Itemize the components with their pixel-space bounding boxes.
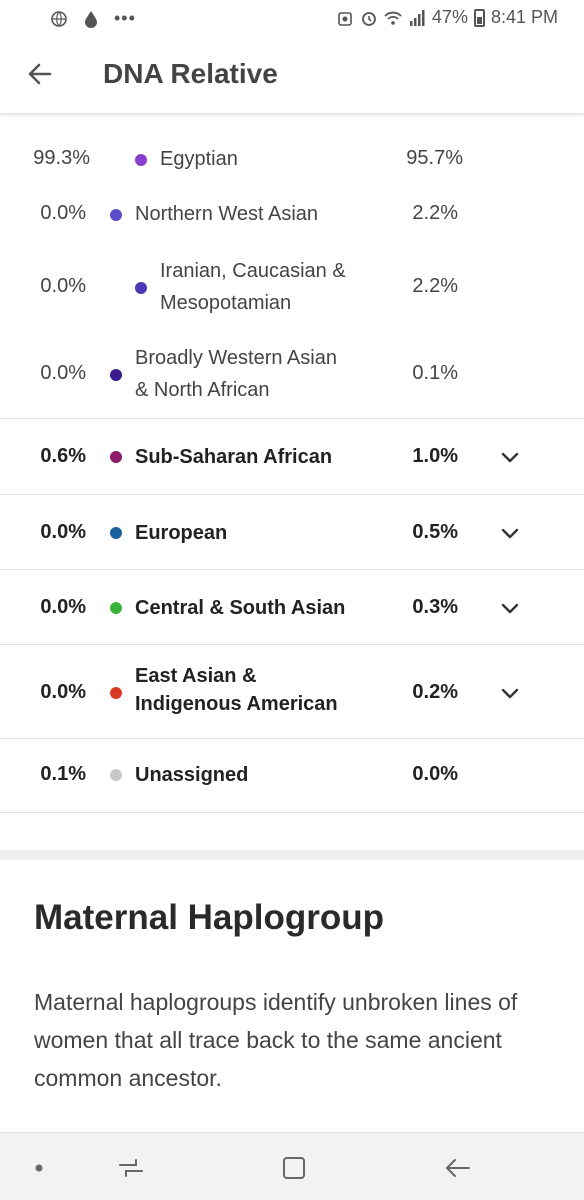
user-percent: 1.0% — [412, 445, 458, 467]
region-label: European — [135, 522, 228, 544]
region-label: Sub-Saharan African — [135, 446, 333, 468]
relative-percent: 0.0% — [40, 275, 86, 297]
ancestry-row-sub-saharan-african[interactable]: 0.6% Sub-Saharan African 1.0% — [0, 419, 584, 494]
signal-icon — [409, 9, 425, 26]
color-dot — [110, 602, 122, 614]
relative-percent: 0.1% — [40, 763, 86, 785]
home-icon[interactable] — [279, 1153, 309, 1183]
color-dot — [135, 154, 147, 166]
relative-percent: 0.0% — [40, 681, 86, 703]
color-dot — [110, 527, 122, 539]
user-percent: 2.2% — [412, 275, 458, 297]
ancestry-row-central-south-asian[interactable]: 0.0% Central & South Asian 0.3% — [0, 570, 584, 645]
ancestry-row-unassigned: 0.1% Unassigned 0.0% — [0, 739, 584, 812]
chevron-down-icon[interactable] — [500, 598, 520, 618]
chevron-down-icon[interactable] — [500, 523, 520, 543]
user-percent: 2.2% — [412, 202, 458, 224]
app-bar: DNA Relative — [0, 36, 584, 114]
ancestry-row-iranian-caucasian-mesopotamian: 0.0% Iranian, Caucasian & Mesopotamian 2… — [0, 255, 584, 319]
region-label-line2: Indigenous American — [135, 693, 338, 715]
section-description: Maternal haplogroups identify unbroken l… — [34, 989, 518, 1091]
region-label-line1: Iranian, Caucasian & — [160, 260, 346, 282]
user-percent: 0.2% — [412, 681, 458, 703]
user-percent: 0.1% — [412, 362, 458, 384]
ancestry-row-northern-west-asian: 0.0% Northern West Asian 2.2% — [0, 200, 584, 232]
clock-time: 8:41 PM — [490, 7, 558, 27]
section-title: Maternal Haplogroup — [34, 898, 385, 937]
chevron-down-icon[interactable] — [500, 683, 520, 703]
relative-percent: 99.3% — [33, 147, 90, 169]
region-label: Egyptian — [160, 148, 238, 170]
color-dot — [110, 451, 122, 463]
drop-icon — [85, 10, 97, 28]
user-percent: 0.3% — [412, 596, 458, 618]
ancestry-row-european[interactable]: 0.0% European 0.5% — [0, 495, 584, 570]
region-label: Central & South Asian — [135, 597, 346, 619]
region-label-line2: & North African — [135, 379, 270, 401]
region-label: Northern West Asian — [135, 203, 319, 225]
user-percent: 0.0% — [412, 763, 458, 785]
page-title: DNA Relative — [103, 58, 278, 89]
relative-percent: 0.0% — [40, 362, 86, 384]
system-nav-bar — [0, 1132, 584, 1200]
relative-percent: 0.0% — [40, 521, 86, 543]
wifi-icon — [384, 11, 402, 25]
ancestry-row-east-asian-indigenous-american[interactable]: 0.0% East Asian & Indigenous American 0.… — [0, 645, 584, 739]
region-label: Unassigned — [135, 764, 249, 786]
status-right-icons: 47% 8:41 PM — [336, 7, 558, 28]
color-dot — [110, 209, 122, 221]
color-dot — [110, 687, 122, 699]
region-label-line1: East Asian & — [135, 665, 257, 687]
chevron-down-icon[interactable] — [500, 447, 520, 467]
color-dot — [135, 282, 147, 294]
dot-icon[interactable] — [24, 1153, 54, 1183]
color-dot — [110, 369, 122, 381]
ancestry-row-broadly-western-asian: 0.0% Broadly Western Asian & North Afric… — [0, 342, 584, 406]
alarm-clock-icon — [362, 11, 376, 26]
battery-percent: 47% — [431, 7, 468, 27]
more-dots-icon: ••• — [114, 8, 136, 28]
relative-percent: 0.0% — [40, 596, 86, 618]
arrow-left-icon[interactable] — [24, 58, 56, 90]
status-left-icons: ••• — [50, 8, 136, 29]
user-percent: 0.5% — [412, 521, 458, 543]
back-icon[interactable] — [443, 1153, 473, 1183]
alarm-icon — [338, 11, 352, 26]
status-bar: ••• 47% 8:41 PM — [0, 0, 584, 36]
divider — [0, 812, 584, 813]
globe-icon — [51, 10, 67, 27]
ancestry-row-egyptian: 99.3% Egyptian 95.7% — [0, 145, 584, 177]
section-separator — [0, 850, 584, 860]
color-dot — [110, 769, 122, 781]
region-label-line1: Broadly Western Asian — [135, 347, 337, 369]
region-label-line2: Mesopotamian — [160, 292, 292, 314]
relative-percent: 0.0% — [40, 202, 86, 224]
user-percent: 95.7% — [406, 147, 463, 169]
relative-percent: 0.6% — [40, 445, 86, 467]
recent-apps-icon[interactable] — [116, 1153, 146, 1183]
battery-icon — [473, 8, 485, 27]
